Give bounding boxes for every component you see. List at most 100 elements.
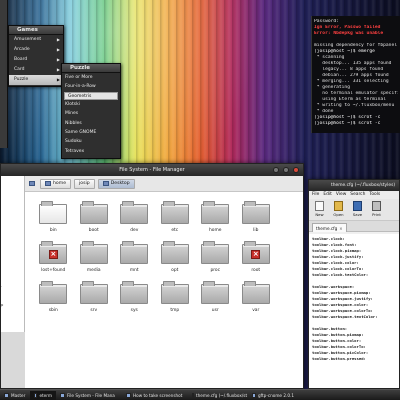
- games-menu-item[interactable]: Puzzle ▶: [9, 75, 63, 85]
- editor-menu-file[interactable]: File: [312, 191, 319, 199]
- breadcrumb-josip[interactable]: josip: [74, 178, 95, 189]
- games-menu-item[interactable]: Amusement ▶: [9, 35, 63, 45]
- games-menu-item[interactable]: Arcade ▶: [9, 45, 63, 55]
- folder-item[interactable]: usr: [195, 277, 236, 317]
- puzzle-menu-item[interactable]: Sudoku: [62, 137, 120, 146]
- editor-toolbar: New Open Save Print: [309, 199, 399, 221]
- editor-tabbar: theme.cfg ×: [309, 221, 399, 232]
- root-menu-strip[interactable]: [0, 0, 8, 148]
- folder-item[interactable]: bin: [33, 197, 74, 237]
- editor-menu-view[interactable]: View: [336, 191, 346, 199]
- puzzle-menu-item[interactable]: Tetravex: [62, 147, 120, 156]
- folder-icon: [79, 241, 108, 264]
- folder-item[interactable]: × lost+found: [33, 237, 74, 277]
- editor-tab[interactable]: theme.cfg ×: [312, 223, 347, 232]
- window-icon: [34, 392, 38, 398]
- taskbar-item[interactable]: How to take screenshot: [122, 391, 188, 400]
- folder-label: home: [209, 228, 222, 233]
- code-line: toolbar.button.pressed:: [312, 356, 366, 361]
- taskbar-item-label: File System - File Mana: [67, 392, 115, 398]
- puzzle-menu-item[interactable]: Same GNOME: [62, 128, 120, 137]
- menu-item-label: Board: [14, 57, 28, 62]
- puzzle-menu-item[interactable]: Geometris: [64, 91, 118, 100]
- puzzle-menu-title: Puzzle: [62, 64, 120, 73]
- folder-label: usr: [211, 308, 219, 313]
- puzzle-menu-item[interactable]: Four-in-a-Row: [62, 82, 120, 91]
- folder-item[interactable]: var: [236, 277, 277, 317]
- close-tab-icon[interactable]: ×: [339, 226, 342, 231]
- taskbar-item[interactable]: Master: [0, 391, 30, 400]
- locked-folder-badge-icon: ×: [251, 249, 261, 259]
- path-bar: home josip Desktop: [25, 176, 303, 192]
- tool-label: Print: [372, 212, 381, 217]
- folder-up-icon[interactable]: [29, 181, 35, 186]
- editor-menu-edit[interactable]: Edit: [323, 191, 332, 199]
- taskbar-item[interactable]: File System - File Mana: [56, 391, 122, 400]
- breadcrumb-label: josip: [79, 181, 90, 186]
- sidebar-label[interactable]: p: [1, 303, 3, 307]
- puzzle-menu-item[interactable]: Five or More: [62, 73, 120, 82]
- folder-item[interactable]: srv: [74, 277, 115, 317]
- breadcrumb-home[interactable]: home: [40, 178, 72, 189]
- folder-icon: [120, 241, 149, 264]
- editor-titlebar[interactable]: theme.cfg (~/.fluxbox/styles): [309, 180, 399, 191]
- folder-label: boot: [88, 228, 99, 233]
- breadcrumb-desktop[interactable]: Desktop: [97, 178, 135, 189]
- editor-menu-search[interactable]: Search: [350, 191, 365, 199]
- terminal-window[interactable]: Password: Ign Error, Passwo failed Error: …: [311, 16, 400, 133]
- taskbar-item[interactable]: theme.cfg (~/.fluxbox/st: [188, 391, 248, 400]
- file-manager-titlebar[interactable]: File System - File Manager: [1, 164, 303, 176]
- folder-icon: ×: [39, 241, 68, 264]
- folder-label: root: [251, 268, 261, 273]
- folder-icon: [79, 201, 108, 224]
- folder-item[interactable]: etc: [155, 197, 196, 237]
- window-icon: [192, 392, 194, 398]
- folder-icon: [120, 281, 149, 304]
- editor-text-area[interactable]: toolbar.clock: toolbar.clock.font: toolbar…: [309, 234, 399, 388]
- folder-item[interactable]: boot: [74, 197, 115, 237]
- folder-item[interactable]: opt: [155, 237, 196, 277]
- maximize-button[interactable]: [283, 167, 289, 173]
- taskbar-item[interactable]: eterm: [30, 390, 56, 400]
- taskbar-item[interactable]: gftp-cnome 2.0.1: [248, 391, 298, 400]
- open-button[interactable]: Open: [331, 201, 346, 218]
- editor-menu-tools[interactable]: Tools: [369, 191, 380, 199]
- minimize-button[interactable]: [273, 167, 279, 173]
- folder-icon: [39, 281, 68, 304]
- print-button[interactable]: Print: [369, 201, 384, 218]
- games-menu: Games Amusement ▶ Arcade ▶ Board ▶ Card ▶ Puzzle…: [8, 25, 64, 87]
- terminal-line: [josip@host ~]$ scrot -c: [314, 121, 381, 126]
- folder-icon: ×: [241, 241, 270, 264]
- folder-item[interactable]: sbin: [33, 277, 74, 317]
- folder-item[interactable]: mnt: [114, 237, 155, 277]
- folder-item[interactable]: home: [195, 197, 236, 237]
- folder-icon: [241, 281, 270, 304]
- folder-item[interactable]: × root: [236, 237, 277, 277]
- breadcrumb-label: home: [53, 181, 67, 186]
- folder-item[interactable]: dev: [114, 197, 155, 237]
- home-folder-icon: [45, 181, 51, 186]
- submenu-arrow-icon: ▶: [56, 37, 60, 42]
- puzzle-menu-item[interactable]: Klotski: [62, 100, 120, 109]
- games-menu-item[interactable]: Card ▶: [9, 65, 63, 75]
- puzzle-menu-item[interactable]: Mines: [62, 109, 120, 118]
- games-menu-item[interactable]: Board ▶: [9, 55, 63, 65]
- folder-label: bin: [49, 228, 57, 233]
- sidebar-label[interactable]: .: [1, 284, 2, 288]
- folder-item[interactable]: proc: [195, 237, 236, 277]
- folder-label: media: [86, 268, 101, 273]
- folder-item[interactable]: sys: [114, 277, 155, 317]
- save-button[interactable]: Save: [350, 201, 365, 218]
- folder-icon: [160, 281, 189, 304]
- folder-item[interactable]: tmp: [155, 277, 196, 317]
- close-button[interactable]: [293, 167, 299, 173]
- folder-label: lost+found: [41, 268, 66, 273]
- puzzle-menu-item[interactable]: Nibbles: [62, 119, 120, 128]
- new-button[interactable]: New: [312, 201, 327, 218]
- taskbar-item-label: How to take screenshot: [133, 392, 183, 398]
- folder-item[interactable]: lib: [236, 197, 277, 237]
- folder-item[interactable]: media: [74, 237, 115, 277]
- folder-icon: [160, 201, 189, 224]
- folder-icon: [201, 281, 230, 304]
- folder-icon: [120, 201, 149, 224]
